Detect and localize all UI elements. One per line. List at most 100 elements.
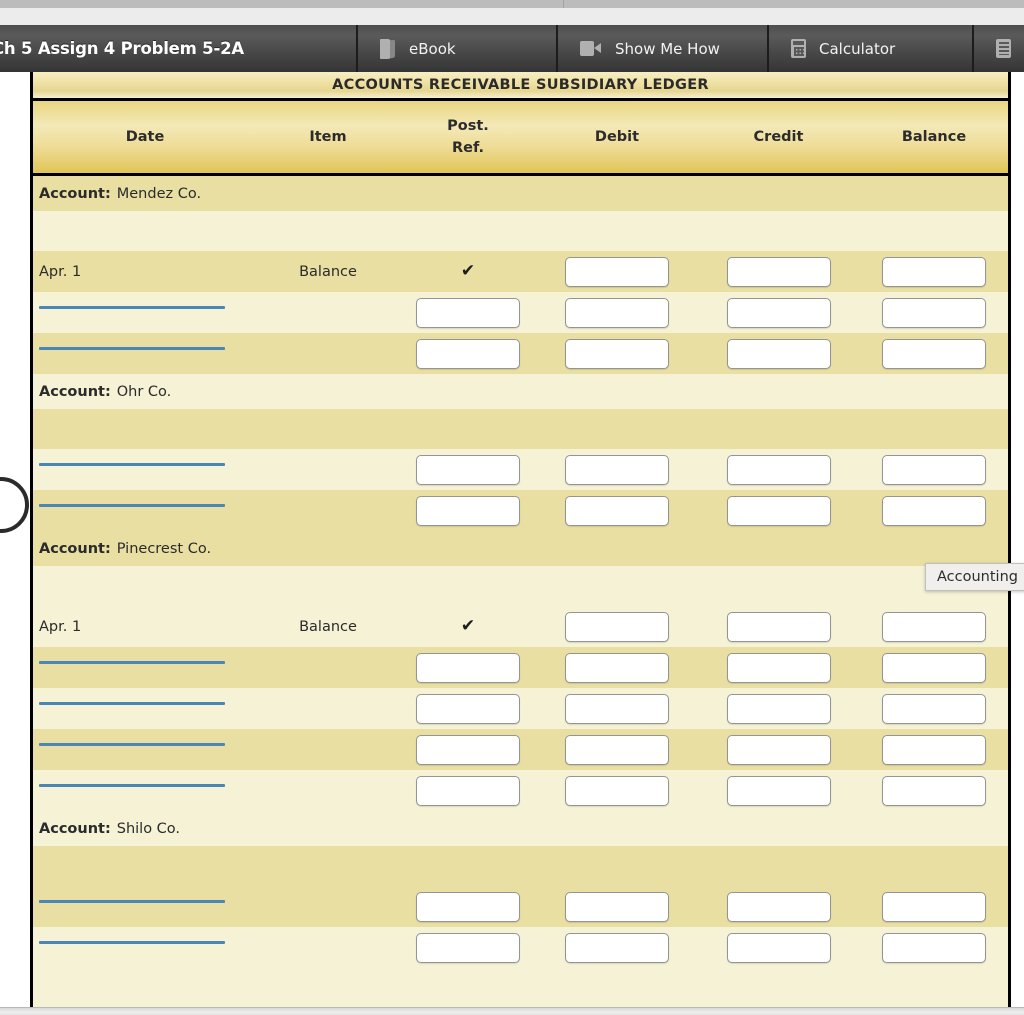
date-input[interactable] [39,346,225,350]
page-bottom-edge [0,1007,1024,1015]
date-input[interactable] [39,305,225,309]
date-input[interactable] [39,940,225,944]
post-ref-input[interactable] [416,495,520,526]
credit-input[interactable] [726,256,831,287]
column-header-post-line1: Post. [447,117,489,134]
debit-input[interactable] [565,611,669,642]
cell-credit [697,652,860,683]
post-ref-input[interactable] [416,891,520,922]
credit-input[interactable] [726,693,831,724]
balance-input[interactable] [882,775,986,806]
print-item-button[interactable] [974,25,1024,72]
credit-input[interactable] [726,338,831,369]
cell-post-ref [399,734,537,765]
balance-input[interactable] [882,338,986,369]
cell-debit [537,338,697,369]
debit-input[interactable] [565,256,669,287]
post-ref-input[interactable] [416,775,520,806]
column-header-balance: Balance [901,129,967,145]
date-input[interactable] [39,701,225,705]
cell-debit [537,652,697,683]
post-ref-input[interactable] [416,297,520,328]
balance-input[interactable] [882,652,986,683]
cell-credit [697,932,860,963]
cell-balance [860,611,1008,642]
credit-input[interactable] [726,611,831,642]
calculator-button[interactable]: Calculator [769,25,974,72]
credit-input[interactable] [726,495,831,526]
debit-input[interactable] [565,652,669,683]
cell-debit [537,454,697,485]
date-input[interactable] [39,660,225,664]
item-text: Balance [299,618,357,635]
ledger-spacer-row [33,566,1008,606]
post-ref-input[interactable] [416,652,520,683]
balance-input[interactable] [882,693,986,724]
balance-input[interactable] [882,611,986,642]
column-header-item: Item [309,129,347,145]
debit-input[interactable] [565,454,669,485]
credit-input[interactable] [726,891,831,922]
debit-input[interactable] [565,338,669,369]
problem-title: Ch 5 Assign 4 Problem 5-2A [0,25,358,72]
column-header-debit: Debit [594,129,640,145]
credit-input[interactable] [726,652,831,683]
cell-balance [860,891,1008,922]
cell-debit [537,693,697,724]
post-ref-input[interactable] [416,338,520,369]
date-input[interactable] [39,503,225,507]
cell-credit [697,338,860,369]
date-input[interactable] [39,899,225,903]
credit-input[interactable] [726,734,831,765]
date-input[interactable] [39,783,225,787]
debit-input[interactable] [565,891,669,922]
post-ref-input[interactable] [416,454,520,485]
post-ref-input[interactable] [416,693,520,724]
credit-input[interactable] [726,932,831,963]
post-ref-input[interactable] [416,734,520,765]
debit-input[interactable] [565,932,669,963]
date-input[interactable] [39,742,225,746]
cell-debit [537,256,697,287]
cell-credit [697,454,860,485]
cell-post-ref [399,932,537,963]
ledger-row [33,886,1008,927]
ledger-column-headers: Date Item Post. Ref. Debit Credit Balanc… [33,101,1008,176]
ledger-row [33,770,1008,811]
balance-input[interactable] [882,891,986,922]
cell-debit [537,734,697,765]
balance-input[interactable] [882,495,986,526]
debit-input[interactable] [565,693,669,724]
balance-input[interactable] [882,256,986,287]
balance-input[interactable] [882,454,986,485]
post-ref-input[interactable] [416,932,520,963]
credit-input[interactable] [726,454,831,485]
video-icon [580,41,602,56]
account-label: Account: [39,185,111,202]
balance-input[interactable] [882,734,986,765]
cell-debit [537,775,697,806]
cell-balance [860,932,1008,963]
debit-input[interactable] [565,495,669,526]
debit-input[interactable] [565,734,669,765]
account-header-row: Account: Ohr Co. [33,374,1008,409]
debit-input[interactable] [565,297,669,328]
debit-input[interactable] [565,775,669,806]
date-input[interactable] [39,462,225,466]
ledger-row: Apr. 1 Balance ✔ [33,251,1008,292]
ledger-row [33,688,1008,729]
circular-edge-button[interactable] [0,477,29,533]
credit-input[interactable] [726,297,831,328]
browser-tab-strip[interactable] [0,0,1024,8]
cell-post-ref [399,297,537,328]
cell-balance [860,775,1008,806]
column-header-post-line2: Ref. [451,140,485,156]
cell-balance [860,652,1008,683]
calculator-icon [791,39,806,58]
credit-input[interactable] [726,775,831,806]
balance-input[interactable] [882,297,986,328]
balance-input[interactable] [882,932,986,963]
date-text: Apr. 1 [39,263,82,280]
ebook-button[interactable]: eBook [358,25,558,72]
show-me-how-button[interactable]: Show Me How [558,25,769,72]
